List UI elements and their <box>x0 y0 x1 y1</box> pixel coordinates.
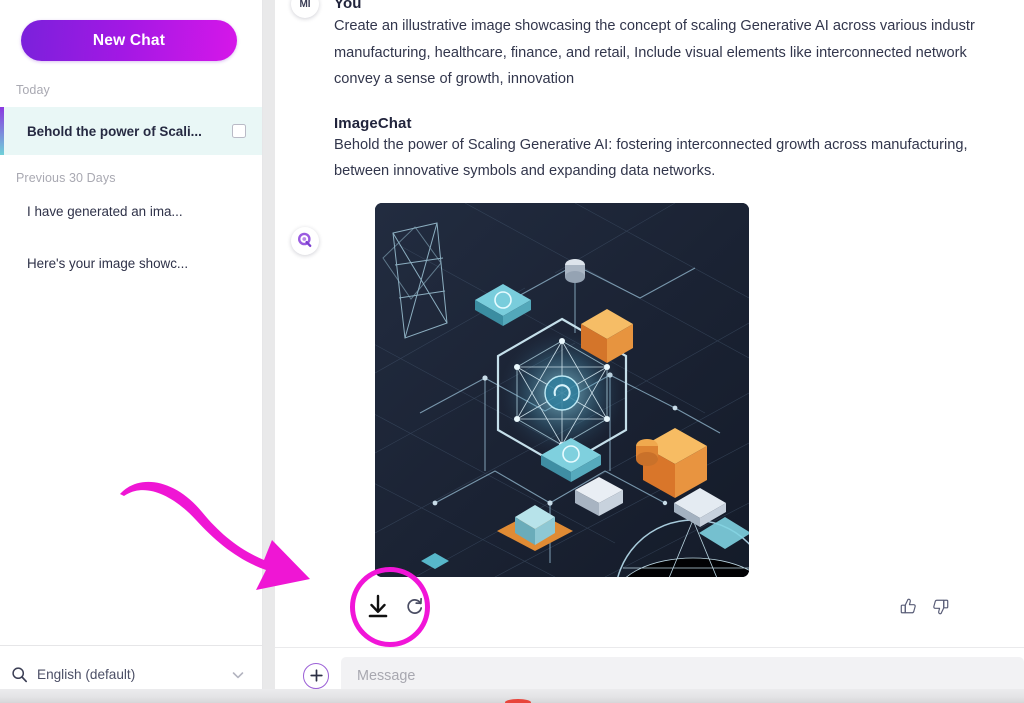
download-icon[interactable] <box>364 592 392 625</box>
sidebar-item-heres-your-image[interactable]: Here's your image showc... <box>0 237 262 289</box>
message-body: Create an illustrative image showcasing … <box>334 13 1024 93</box>
language-value: English (default) <box>37 667 136 682</box>
user-message: MI You Create an illustrative image show… <box>275 0 1024 93</box>
bottom-indicator-dot <box>505 699 531 703</box>
plus-icon[interactable] <box>303 662 329 689</box>
message-line: Behold the power of Scaling Generative A… <box>334 136 968 153</box>
sidebar: New Chat Today Behold the power of Scali… <box>0 0 263 703</box>
message-line: convey a sense of growth, innovation <box>334 71 575 87</box>
app-root: New Chat Today Behold the power of Scali… <box>0 0 1024 703</box>
window-bottom-strip <box>0 689 1024 703</box>
message-line: between innovative symbols and expanding… <box>334 163 716 179</box>
main-chat-panel: MI You Create an illustrative image show… <box>275 0 1024 703</box>
message-line: Create an illustrative image showcasing … <box>334 18 975 34</box>
thumbs-up-icon[interactable] <box>899 597 918 621</box>
thumbs-down-icon[interactable] <box>931 597 950 621</box>
search-icon <box>11 666 28 683</box>
sidebar-item-i-have-generated[interactable]: I have generated an ima... <box>0 185 262 237</box>
chat-item-title: Behold the power of Scali... <box>27 123 202 139</box>
message-author: ImageChat <box>334 114 412 132</box>
message-line: manufacturing, healthcare, finance, and … <box>334 44 967 61</box>
imagechat-logo-icon <box>291 226 319 255</box>
section-label-previous-30-days: Previous 30 Days <box>16 171 116 185</box>
sidebar-item-behold-the-power[interactable]: Behold the power of Scali... <box>0 107 262 155</box>
chat-item-checkbox[interactable] <box>232 124 246 138</box>
chat-history-list: Today Behold the power of Scali... Previ… <box>0 67 262 645</box>
new-chat-container: New Chat <box>0 0 262 67</box>
avatar: MI <box>291 0 319 18</box>
image-action-bar <box>334 566 1024 647</box>
chat-item-title: Here's your image showc... <box>27 255 189 271</box>
section-label-today: Today <box>16 83 50 97</box>
new-chat-button[interactable]: New Chat <box>21 20 237 61</box>
feedback-icon-group <box>899 597 1024 621</box>
generated-image-container: $ <box>375 202 1024 577</box>
chevron-down-icon[interactable] <box>230 667 246 683</box>
message-body: Behold the power of Scaling Generative A… <box>334 132 1024 185</box>
generated-image[interactable]: $ <box>375 202 749 577</box>
regenerate-icon[interactable] <box>405 597 424 621</box>
message-author: You <box>334 0 362 12</box>
assistant-message: ImageChat Behold the power of Scaling Ge… <box>275 114 1024 647</box>
chat-item-title: I have generated an ima... <box>27 203 183 219</box>
message-thread: MI You Create an illustrative image show… <box>275 0 1024 647</box>
